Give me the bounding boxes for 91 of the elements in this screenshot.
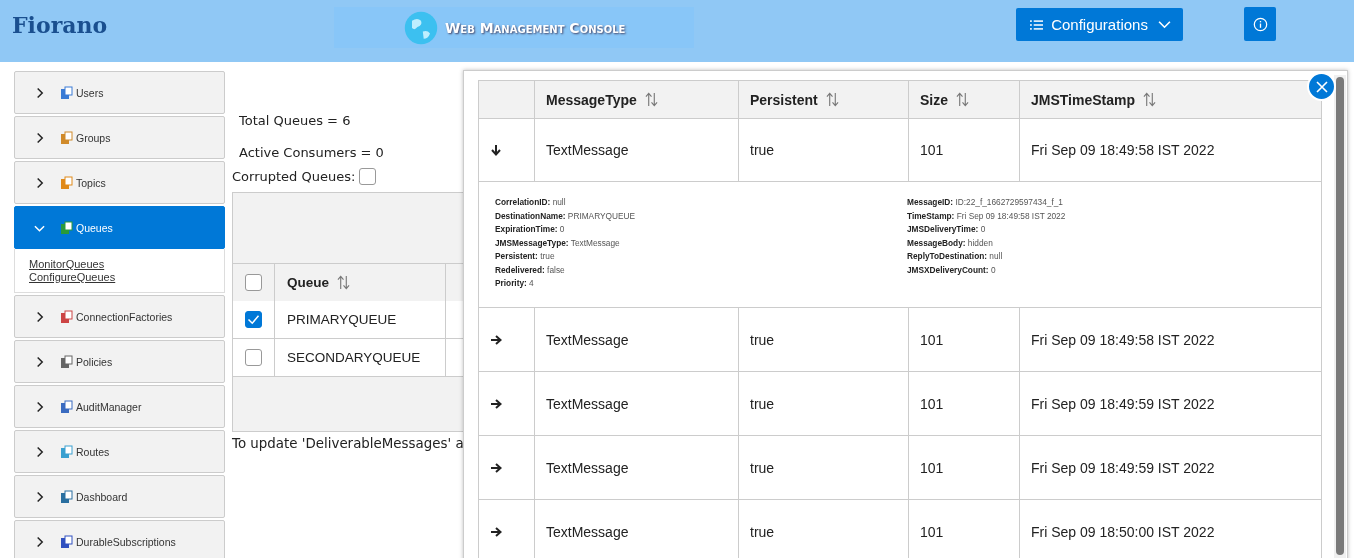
row-checkbox[interactable]	[245, 349, 262, 366]
sidebar-item[interactable]: Topics	[14, 161, 225, 204]
detail-line: ExpirationTime: 0	[495, 223, 566, 236]
sidebar-item[interactable]: Users	[14, 71, 225, 114]
right-arrow-icon[interactable]	[490, 333, 502, 346]
table-cell: 101	[920, 395, 944, 412]
table-cell: TextMessage	[546, 142, 629, 158]
detail-line: JMSXDeliveryCount: 0	[907, 263, 997, 277]
right-arrow-icon[interactable]	[490, 397, 502, 410]
detail-line: JMSMessageType: TextMessage	[495, 236, 621, 250]
update-note: To update 'DeliverableMessages' a	[232, 436, 465, 451]
corrupted-queues-label: Corrupted Queues:	[232, 169, 356, 184]
detail-line: ReplyToDestination: null	[907, 250, 1004, 263]
document-icon	[59, 444, 73, 459]
close-button[interactable]	[1307, 72, 1336, 101]
detail-line: Redelivered: false	[495, 263, 566, 277]
document-icon	[59, 309, 73, 324]
corrupted-queues-checkbox[interactable]	[359, 168, 377, 185]
document-icon	[59, 489, 73, 504]
info-button[interactable]	[1244, 7, 1277, 41]
sidebar-item[interactable]: DurableSubscriptions	[14, 520, 225, 558]
sidebar-item[interactable]: Policies	[14, 340, 225, 383]
table-cell: Fri Sep 09 18:49:58 IST 2022	[1031, 331, 1215, 348]
sidebar-item[interactable]: Routes	[14, 430, 225, 473]
detail-line: DestinationName: PRIMARYQUEUE	[495, 209, 636, 223]
table-cell: 101	[920, 142, 944, 158]
column-header[interactable]: Queue	[287, 275, 329, 290]
sort-icon[interactable]	[825, 92, 839, 107]
caret-icon[interactable]	[1158, 20, 1172, 29]
sort-icon[interactable]	[337, 275, 350, 290]
detail-line: MessageBody: hidden	[907, 236, 994, 250]
table-cell: PRIMARYQUEUE	[287, 312, 397, 327]
column-header[interactable]: Size	[920, 91, 948, 108]
table-cell: Fri Sep 09 18:49:59 IST 2022	[1031, 459, 1215, 476]
close-icon[interactable]	[1315, 80, 1328, 93]
sort-icon[interactable]	[956, 92, 969, 107]
column-header[interactable]: MessageType	[546, 91, 637, 108]
sidebar-item[interactable]: Groups	[14, 116, 225, 159]
column-header[interactable]: Persistent	[750, 91, 818, 108]
configurations-menu-button[interactable]: Configurations	[1016, 8, 1184, 41]
table-cell: true	[750, 142, 775, 158]
active-consumers-text: Active Consumers = 0	[239, 145, 385, 160]
logo: Fiorano	[12, 12, 108, 38]
sidebar-item[interactable]: Dashboard	[14, 475, 225, 518]
total-queues-text: Total Queues = 6	[239, 113, 352, 128]
detail-line: Priority: 4	[495, 277, 535, 290]
down-arrow-icon[interactable]	[490, 144, 502, 156]
document-icon	[59, 354, 73, 369]
table-cell: true	[750, 395, 775, 412]
table-cell: 101	[920, 459, 944, 476]
sidebar-item[interactable]: ConnectionFactories	[14, 295, 225, 338]
submenu-link[interactable]: ConfigureQueues	[29, 271, 116, 283]
row-checkbox[interactable]	[245, 311, 262, 328]
table-cell: true	[750, 523, 775, 540]
submenu-link[interactable]: MonitorQueues	[29, 258, 105, 270]
list-icon[interactable]	[1030, 18, 1044, 31]
table-cell: TextMessage	[546, 395, 629, 412]
right-arrow-icon[interactable]	[490, 525, 502, 538]
globe-icon	[402, 9, 439, 46]
detail-line: CorrelationID: null	[495, 196, 567, 209]
sort-icon[interactable]	[1143, 92, 1156, 107]
table-cell: Fri Sep 09 18:49:58 IST 2022	[1031, 142, 1215, 158]
table-cell: Fri Sep 09 18:50:00 IST 2022	[1031, 523, 1215, 540]
table-cell: true	[750, 459, 775, 476]
table-cell: Fri Sep 09 18:49:59 IST 2022	[1031, 395, 1215, 412]
table-cell: TextMessage	[546, 331, 629, 348]
detail-line: MessageID: ID:22_f_1662729597434_f_1	[907, 196, 1064, 209]
detail-line: JMSDeliveryTime: 0	[907, 223, 987, 236]
sidebar-item[interactable]: AuditManager	[14, 385, 225, 428]
document-icon	[59, 399, 73, 414]
column-header[interactable]: JMSTimeStamp	[1031, 91, 1135, 108]
table-cell: SECONDARYQUEUE	[287, 350, 421, 365]
right-arrow-icon[interactable]	[490, 461, 502, 474]
table-cell: 101	[920, 331, 944, 348]
select-all-checkbox[interactable]	[245, 274, 262, 291]
sort-icon[interactable]	[644, 92, 658, 107]
scrollbar[interactable]	[1334, 75, 1346, 558]
info-icon[interactable]	[1252, 16, 1268, 32]
document-icon	[59, 85, 73, 100]
table-cell: TextMessage	[546, 459, 629, 476]
banner-title: Web Management Console	[444, 19, 626, 36]
sidebar-item[interactable]: Queues	[14, 206, 225, 249]
table-cell: TextMessage	[546, 523, 629, 540]
detail-line: TimeStamp: Fri Sep 09 18:49:58 IST 2022	[907, 209, 1067, 223]
document-icon	[59, 175, 73, 190]
table-cell: 101	[920, 523, 944, 540]
detail-line: Persistent: true	[495, 250, 556, 263]
document-icon	[59, 130, 73, 145]
document-icon	[59, 534, 73, 549]
table-cell: true	[750, 331, 775, 348]
document-icon	[59, 220, 73, 235]
